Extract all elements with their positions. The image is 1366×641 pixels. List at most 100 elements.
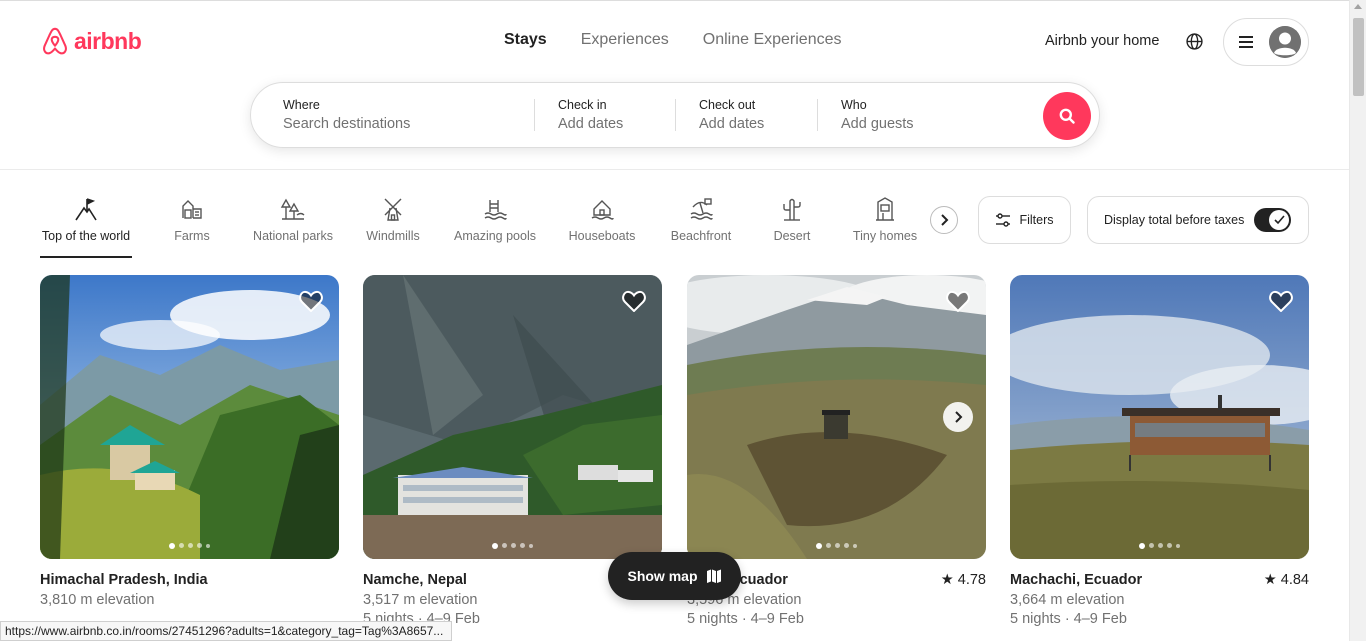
scrollbar[interactable] (1349, 0, 1366, 641)
show-map-label: Show map (627, 568, 698, 584)
listing-location: Himachal Pradesh, India (40, 572, 208, 588)
check-in-value: Add dates (558, 116, 624, 132)
user-menu-button[interactable] (1223, 18, 1309, 66)
check-in-field[interactable]: Check in Add dates (558, 98, 623, 132)
listing-card[interactable]: Machachi, Ecuador ★ 4.84 3,664 m elevati… (1010, 275, 1309, 627)
where-input[interactable]: Search destinations (283, 116, 410, 132)
category-label: Top of the world (41, 229, 131, 243)
category-label: National parks (253, 229, 333, 243)
category-houseboats[interactable]: Houseboats (566, 192, 638, 243)
search-divider (817, 99, 818, 131)
airbnb-logo-icon (43, 27, 67, 55)
taxes-toggle[interactable] (1254, 208, 1292, 232)
category-label: Houseboats (568, 229, 636, 243)
check-out-label: Check out (699, 98, 756, 112)
avatar (1269, 26, 1301, 58)
scroll-up-icon[interactable] (1354, 4, 1362, 9)
cactus-icon (780, 192, 804, 226)
nav-online-experiences[interactable]: Online Experiences (703, 31, 842, 49)
sliders-icon (996, 213, 1011, 227)
photo-pagination (363, 543, 662, 549)
category-label: Desert (773, 229, 811, 243)
who-field[interactable]: Who Add guests (841, 98, 914, 132)
listing-photo[interactable] (687, 275, 986, 559)
category-label: Amazing pools (454, 229, 536, 243)
category-farms[interactable]: Farms (162, 192, 222, 243)
nav-stays[interactable]: Stays (504, 31, 547, 49)
hamburger-icon (1239, 36, 1253, 48)
toggle-knob (1269, 210, 1290, 230)
wishlist-heart-icon[interactable] (622, 290, 646, 317)
check-in-label: Check in (558, 98, 607, 112)
category-label: Farms (174, 229, 210, 243)
listing-photo[interactable] (1010, 275, 1309, 559)
barn-icon (180, 192, 204, 226)
pool-icon (483, 192, 507, 226)
listing-elevation: 3,810 m elevation (40, 592, 155, 608)
wishlist-heart-icon[interactable] (1269, 290, 1293, 317)
filters-button[interactable]: Filters (978, 196, 1071, 244)
globe-icon[interactable] (1186, 33, 1203, 55)
listing-dates: 5 nights · 4–9 Feb (1010, 611, 1127, 627)
wishlist-heart-icon[interactable] (946, 290, 970, 317)
category-label: Windmills (366, 229, 420, 243)
search-divider (675, 99, 676, 131)
map-icon (706, 569, 721, 583)
search-icon (1059, 108, 1075, 124)
chevron-right-icon (941, 214, 949, 226)
display-total-toggle-box[interactable]: Display total before taxes (1087, 196, 1309, 244)
status-bar-url: https://www.airbnb.co.in/rooms/27451296?… (0, 621, 453, 641)
photo-pagination (1010, 543, 1309, 549)
category-next-button[interactable] (930, 206, 958, 234)
category-beachfront[interactable]: Beachfront (667, 192, 735, 243)
who-value: Add guests (841, 116, 914, 132)
top-nav: Stays Experiences Online Experiences (504, 31, 842, 49)
show-map-button[interactable]: Show map (608, 552, 741, 600)
where-label: Where (283, 98, 320, 112)
nav-experiences[interactable]: Experiences (581, 31, 669, 49)
rating-value: 4.84 (1280, 572, 1309, 588)
search-button[interactable] (1043, 92, 1091, 140)
beach-icon (689, 192, 713, 226)
category-top-of-the-world[interactable]: Top of the world (40, 192, 132, 258)
search-divider (534, 99, 535, 131)
scrollbar-thumb[interactable] (1353, 18, 1364, 96)
category-label: Beachfront (670, 229, 732, 243)
category-amazing-pools[interactable]: Amazing pools (451, 192, 539, 243)
photo-next-button[interactable] (943, 402, 973, 432)
header: airbnb Stays Experiences Online Experien… (0, 0, 1349, 170)
chevron-right-icon (954, 411, 962, 423)
category-national-parks[interactable]: National parks (251, 192, 335, 243)
listing-card[interactable]: Himachal Pradesh, India 3,810 m elevatio… (40, 275, 339, 608)
logo-text: airbnb (74, 27, 142, 54)
listing-photo[interactable] (40, 275, 339, 559)
airbnb-your-home-link[interactable]: Airbnb your home (1045, 33, 1159, 49)
check-out-field[interactable]: Check out Add dates (699, 98, 764, 132)
photo-pagination (40, 543, 339, 549)
category-tiny-homes[interactable]: Tiny homes (850, 192, 920, 243)
taxes-label: Display total before taxes (1104, 213, 1245, 227)
tiny-home-icon (874, 192, 896, 226)
trees-icon (280, 192, 306, 226)
listing-rating: ★ 4.78 (940, 572, 986, 588)
wishlist-heart-icon[interactable] (299, 290, 323, 317)
airbnb-logo[interactable]: airbnb (40, 25, 142, 57)
listing-dates: 5 nights · 4–9 Feb (687, 611, 804, 627)
search-bar: Where Search destinations Check in Add d… (250, 82, 1100, 148)
listing-photo[interactable] (363, 275, 662, 559)
check-icon (1274, 215, 1285, 225)
rating-value: 4.78 (957, 572, 986, 588)
category-desert[interactable]: Desert (768, 192, 816, 243)
listing-rating: ★ 4.84 (1263, 572, 1309, 588)
windmill-icon (381, 192, 405, 226)
who-label: Who (841, 98, 867, 112)
category-windmills[interactable]: Windmills (363, 192, 423, 243)
photo-pagination (687, 543, 986, 549)
filters-label: Filters (1019, 213, 1054, 227)
category-bar: Top of the world Farms National parks Wi… (40, 192, 960, 260)
listing-elevation: 3,664 m elevation (1010, 592, 1125, 608)
where-field[interactable]: Where Search destinations (283, 98, 410, 132)
active-underline (40, 256, 132, 258)
houseboat-icon (590, 192, 614, 226)
check-out-value: Add dates (699, 116, 765, 132)
